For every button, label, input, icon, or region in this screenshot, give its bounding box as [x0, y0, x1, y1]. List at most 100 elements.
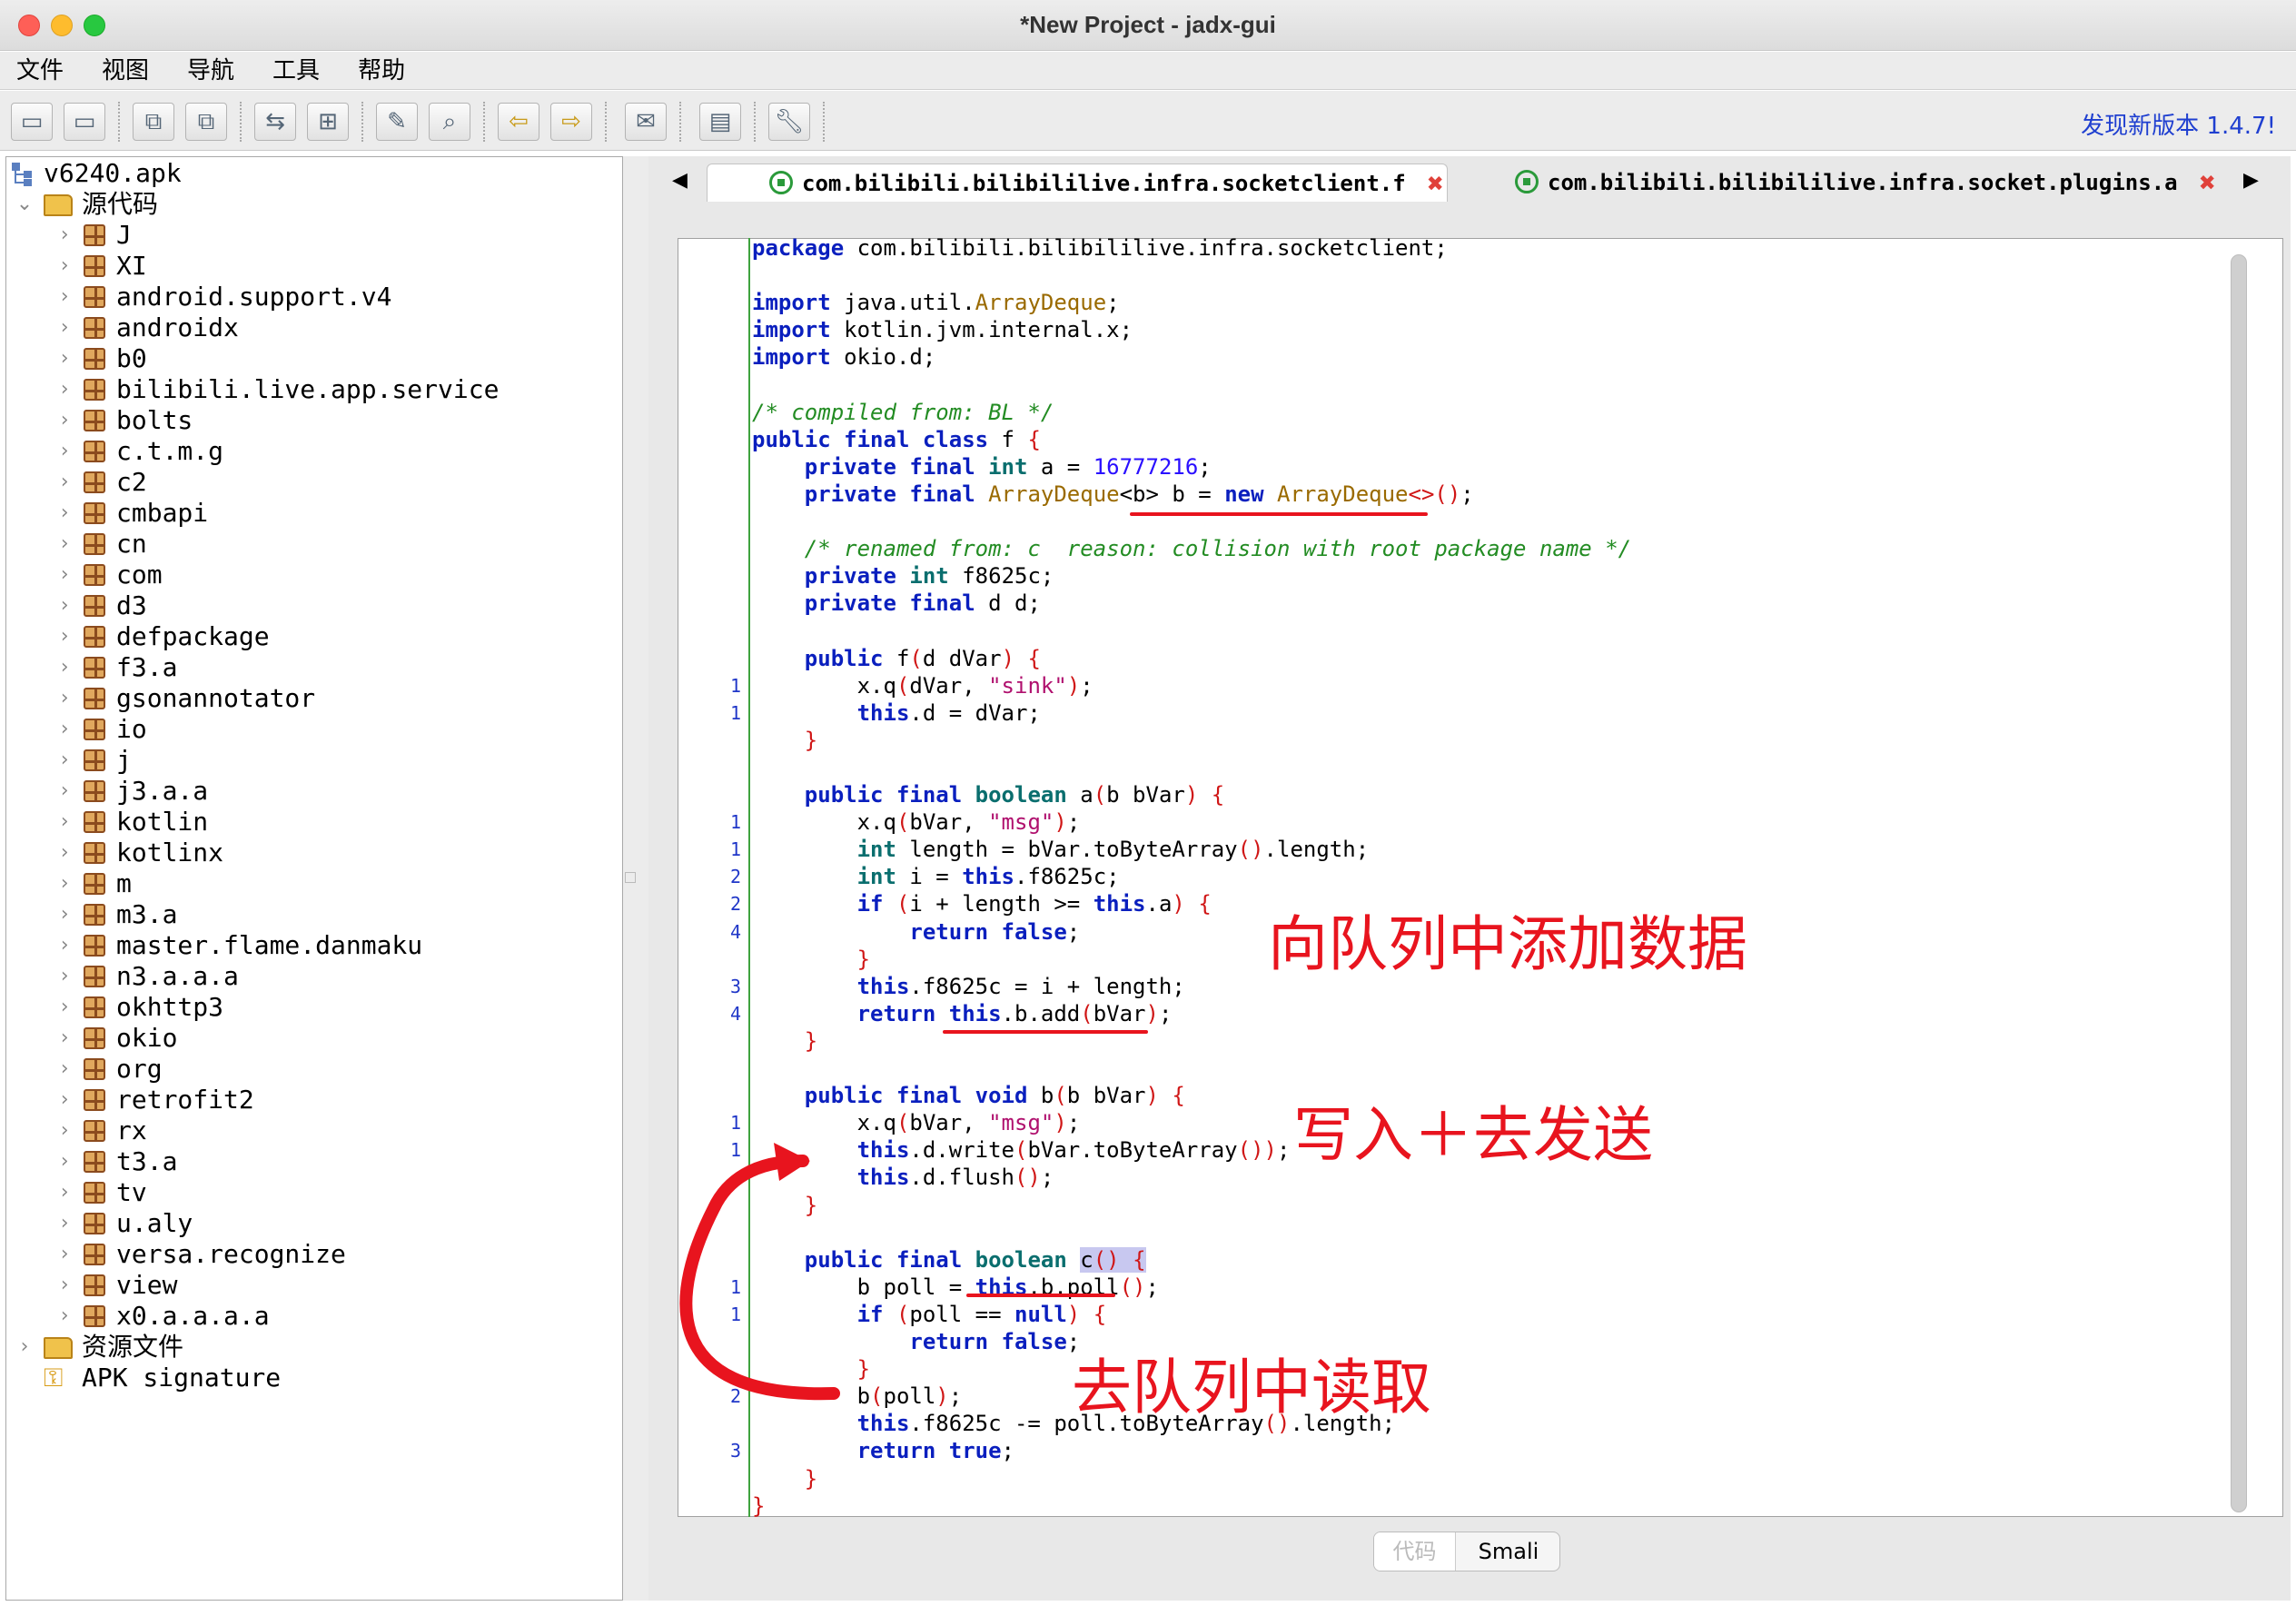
- tree-node-package[interactable]: › u.aly: [58, 1208, 193, 1239]
- preferences-wrench-icon[interactable]: 🔧︎: [768, 103, 810, 141]
- tree-node-package[interactable]: › versa.recognize: [58, 1239, 346, 1270]
- chevron-right-icon[interactable]: ›: [53, 838, 76, 868]
- chevron-right-icon[interactable]: ›: [53, 1085, 76, 1115]
- chevron-right-icon[interactable]: ›: [53, 1177, 76, 1208]
- menu-navigate[interactable]: 导航: [187, 52, 234, 89]
- tree-node-package[interactable]: › okhttp3: [58, 992, 223, 1023]
- chevron-right-icon[interactable]: ›: [53, 1054, 76, 1085]
- tree-node-package[interactable]: › x0.a.a.a.a: [58, 1301, 269, 1332]
- chevron-right-icon[interactable]: ›: [53, 899, 76, 930]
- tab-socketclient-f[interactable]: com.bilibili.bilibililive.infra.socketcl…: [707, 164, 1448, 202]
- chevron-right-icon[interactable]: ›: [53, 436, 76, 467]
- tree-node-package[interactable]: › master.flame.danmaku: [58, 930, 422, 961]
- chevron-right-icon[interactable]: ›: [53, 745, 76, 776]
- tree-root-apk[interactable]: v6240.apk: [11, 158, 182, 189]
- chevron-down-icon[interactable]: ⌄: [13, 189, 36, 220]
- tree-node-package[interactable]: › XI: [58, 251, 146, 282]
- sync-icon[interactable]: ⇆: [254, 103, 296, 141]
- tree-node-apk-signature[interactable]: ⚿ APK signature: [44, 1363, 281, 1393]
- chevron-right-icon[interactable]: ›: [53, 220, 76, 251]
- chevron-right-icon[interactable]: ›: [53, 1239, 76, 1270]
- menu-file[interactable]: 文件: [16, 52, 64, 89]
- search-icon[interactable]: ⌕: [429, 103, 470, 141]
- chevron-right-icon[interactable]: ›: [53, 343, 76, 374]
- chevron-right-icon[interactable]: ›: [53, 992, 76, 1023]
- chevron-right-icon[interactable]: ›: [53, 312, 76, 343]
- chevron-right-icon[interactable]: ›: [53, 930, 76, 961]
- chevron-right-icon[interactable]: ›: [53, 1023, 76, 1054]
- chevron-right-icon[interactable]: ›: [53, 868, 76, 899]
- splitter-handle[interactable]: [625, 872, 636, 883]
- menu-tools[interactable]: 工具: [272, 52, 320, 89]
- chevron-right-icon[interactable]: ›: [53, 714, 76, 745]
- close-tab-icon[interactable]: ✖: [1428, 165, 1444, 203]
- chevron-right-icon[interactable]: ›: [53, 1146, 76, 1177]
- chevron-right-icon[interactable]: ›: [53, 776, 76, 807]
- chevron-right-icon[interactable]: ›: [53, 560, 76, 590]
- tree-node-package[interactable]: › m3.a: [58, 899, 177, 930]
- chevron-right-icon[interactable]: ›: [53, 374, 76, 405]
- chevron-right-icon[interactable]: ›: [53, 683, 76, 714]
- menu-help[interactable]: 帮助: [358, 52, 405, 89]
- save-all-icon[interactable]: ⧉: [133, 103, 174, 141]
- tree-node-package[interactable]: › cn: [58, 529, 146, 560]
- chevron-right-icon[interactable]: ›: [53, 1301, 76, 1332]
- export-icon[interactable]: ⧉: [185, 103, 227, 141]
- chevron-right-icon[interactable]: ›: [53, 1270, 76, 1301]
- code-view-tab[interactable]: 代码: [1374, 1532, 1456, 1571]
- update-available-link[interactable]: 发现新版本 1.4.7!: [2081, 107, 2276, 141]
- tree-node-package[interactable]: › m: [58, 868, 131, 899]
- chevron-right-icon[interactable]: ›: [53, 590, 76, 621]
- chevron-right-icon[interactable]: ›: [53, 251, 76, 282]
- tree-node-resources[interactable]: › 资源文件: [21, 1332, 183, 1363]
- tree-node-package[interactable]: › c.t.m.g: [58, 436, 223, 467]
- back-arrow-icon[interactable]: ⇦: [498, 103, 539, 141]
- tree-node-package[interactable]: › kotlin: [58, 807, 208, 838]
- open-file-icon[interactable]: ▭: [11, 103, 53, 141]
- log-viewer-icon[interactable]: ▤: [699, 103, 741, 141]
- tree-node-package[interactable]: › bilibili.live.app.service: [58, 374, 499, 405]
- tree-node-package[interactable]: › cmbapi: [58, 498, 208, 529]
- tree-node-package[interactable]: › kotlinx: [58, 838, 223, 868]
- tree-node-package[interactable]: › org: [58, 1054, 162, 1085]
- forward-arrow-icon[interactable]: ⇨: [550, 103, 592, 141]
- tree-node-package[interactable]: › b0: [58, 343, 146, 374]
- flatten-icon[interactable]: ⊞: [307, 103, 349, 141]
- tree-node-package[interactable]: › view: [58, 1270, 177, 1301]
- chevron-right-icon[interactable]: ›: [53, 467, 76, 498]
- tree-node-package[interactable]: › android.support.v4: [58, 282, 391, 312]
- tree-node-package[interactable]: › f3.a: [58, 652, 177, 683]
- tree-node-package[interactable]: › io: [58, 714, 146, 745]
- deobfuscation-icon[interactable]: ✉: [625, 103, 667, 141]
- tree-node-package[interactable]: › j3.a.a: [58, 776, 208, 807]
- tree-node-package[interactable]: › j: [58, 745, 131, 776]
- chevron-right-icon[interactable]: ›: [53, 529, 76, 560]
- add-files-icon[interactable]: ▭: [64, 103, 105, 141]
- chevron-right-icon[interactable]: ›: [53, 498, 76, 529]
- tree-node-package[interactable]: › defpackage: [58, 621, 269, 652]
- chevron-right-icon[interactable]: ›: [53, 807, 76, 838]
- tree-node-package[interactable]: › androidx: [58, 312, 238, 343]
- tree-node-package[interactable]: › c2: [58, 467, 146, 498]
- tree-node-sources[interactable]: ⌄ 源代码: [16, 189, 158, 220]
- tree-node-package[interactable]: › okio: [58, 1023, 177, 1054]
- tree-node-package[interactable]: › J: [58, 220, 131, 251]
- chevron-right-icon[interactable]: ›: [53, 961, 76, 992]
- smali-view-tab[interactable]: Smali: [1456, 1532, 1559, 1571]
- tab-scroll-left-icon[interactable]: ◀: [672, 169, 688, 192]
- tree-node-package[interactable]: › d3: [58, 590, 146, 621]
- chevron-right-icon[interactable]: ›: [53, 652, 76, 683]
- tree-node-package[interactable]: › tv: [58, 1177, 146, 1208]
- chevron-right-icon[interactable]: ›: [13, 1332, 36, 1363]
- chevron-right-icon[interactable]: ›: [53, 1208, 76, 1239]
- tree-node-package[interactable]: › bolts: [58, 405, 193, 436]
- tree-node-package[interactable]: › n3.a.a.a: [58, 961, 238, 992]
- tree-node-package[interactable]: › t3.a: [58, 1146, 177, 1177]
- chevron-right-icon[interactable]: ›: [53, 405, 76, 436]
- decompile-wand-icon[interactable]: ✎: [376, 103, 418, 141]
- vertical-scrollbar[interactable]: [2231, 254, 2247, 1512]
- tree-node-package[interactable]: › retrofit2: [58, 1085, 253, 1115]
- menu-view[interactable]: 视图: [102, 52, 149, 89]
- tab-scroll-right-icon[interactable]: ▶: [2243, 169, 2259, 192]
- tree-node-package[interactable]: › rx: [58, 1115, 146, 1146]
